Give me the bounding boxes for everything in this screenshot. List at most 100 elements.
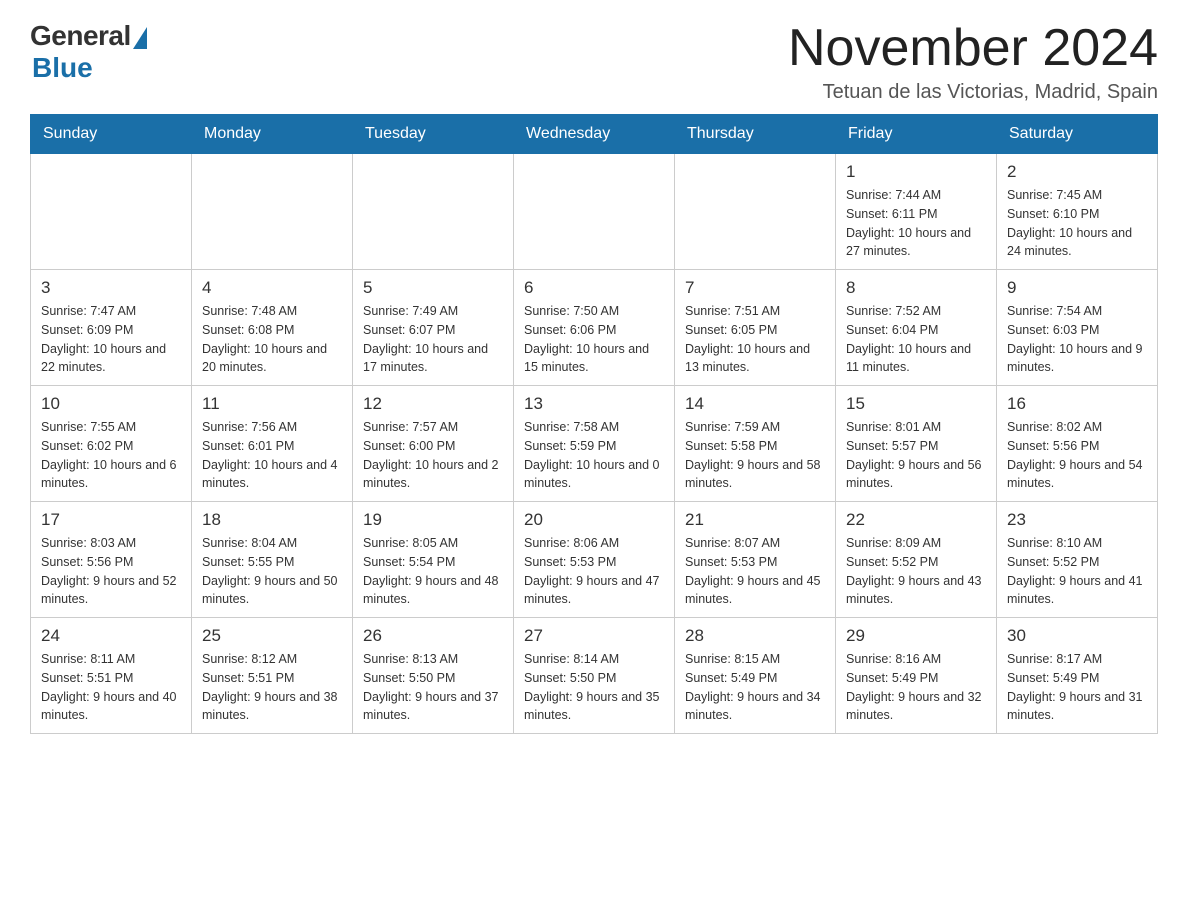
day-number: 26 bbox=[363, 626, 503, 646]
day-number: 18 bbox=[202, 510, 342, 530]
day-cell: 14 Sunrise: 7:59 AMSunset: 5:58 PMDayligh… bbox=[675, 386, 836, 502]
day-info: Sunrise: 7:54 AMSunset: 6:03 PMDaylight:… bbox=[1007, 302, 1147, 377]
day-number: 23 bbox=[1007, 510, 1147, 530]
day-number: 13 bbox=[524, 394, 664, 414]
day-cell: 21 Sunrise: 8:07 AMSunset: 5:53 PMDayligh… bbox=[675, 502, 836, 618]
day-cell: 23 Sunrise: 8:10 AMSunset: 5:52 PMDayligh… bbox=[997, 502, 1158, 618]
day-number: 21 bbox=[685, 510, 825, 530]
week-row-3: 10 Sunrise: 7:55 AMSunset: 6:02 PMDayligh… bbox=[31, 386, 1158, 502]
day-number: 15 bbox=[846, 394, 986, 414]
day-cell: 4Sunrise: 7:48 AMSunset: 6:08 PMDaylight… bbox=[192, 270, 353, 386]
day-info: Sunrise: 7:44 AMSunset: 6:11 PMDaylight:… bbox=[846, 186, 986, 261]
header-friday: Friday bbox=[836, 115, 997, 154]
day-number: 22 bbox=[846, 510, 986, 530]
day-cell: 9 Sunrise: 7:54 AMSunset: 6:03 PMDaylight… bbox=[997, 270, 1158, 386]
day-info: Sunrise: 7:55 AMSunset: 6:02 PMDaylight:… bbox=[41, 418, 181, 493]
day-info: Sunrise: 8:01 AMSunset: 5:57 PMDaylight:… bbox=[846, 418, 986, 493]
week-row-2: 3Sunrise: 7:47 AMSunset: 6:09 PMDaylight… bbox=[31, 270, 1158, 386]
day-number: 25 bbox=[202, 626, 342, 646]
day-number: 11 bbox=[202, 394, 342, 414]
day-cell: 29Sunrise: 8:16 AMSunset: 5:49 PMDayligh… bbox=[836, 618, 997, 734]
day-info: Sunrise: 8:11 AMSunset: 5:51 PMDaylight:… bbox=[41, 650, 181, 725]
day-cell: 18 Sunrise: 8:04 AMSunset: 5:55 PMDayligh… bbox=[192, 502, 353, 618]
day-info: Sunrise: 8:10 AMSunset: 5:52 PMDaylight:… bbox=[1007, 534, 1147, 609]
week-row-1: 1Sunrise: 7:44 AMSunset: 6:11 PMDaylight… bbox=[31, 154, 1158, 270]
day-info: Sunrise: 8:04 AMSunset: 5:55 PMDaylight:… bbox=[202, 534, 342, 609]
day-info: Sunrise: 7:58 AMSunset: 5:59 PMDaylight:… bbox=[524, 418, 664, 493]
day-info: Sunrise: 8:17 AMSunset: 5:49 PMDaylight:… bbox=[1007, 650, 1147, 725]
calendar-title: November 2024 bbox=[788, 20, 1158, 77]
day-cell: 17 Sunrise: 8:03 AMSunset: 5:56 PMDayligh… bbox=[31, 502, 192, 618]
calendar-table: SundayMondayTuesdayWednesdayThursdayFrid… bbox=[30, 114, 1158, 734]
day-info: Sunrise: 7:47 AMSunset: 6:09 PMDaylight:… bbox=[41, 302, 181, 377]
day-cell: 25 Sunrise: 8:12 AMSunset: 5:51 PMDayligh… bbox=[192, 618, 353, 734]
day-info: Sunrise: 8:15 AMSunset: 5:49 PMDaylight:… bbox=[685, 650, 825, 725]
day-number: 20 bbox=[524, 510, 664, 530]
day-number: 30 bbox=[1007, 626, 1147, 646]
calendar-header: SundayMondayTuesdayWednesdayThursdayFrid… bbox=[31, 115, 1158, 154]
day-info: Sunrise: 8:05 AMSunset: 5:54 PMDaylight:… bbox=[363, 534, 503, 609]
header-tuesday: Tuesday bbox=[353, 115, 514, 154]
day-number: 10 bbox=[41, 394, 181, 414]
week-row-5: 24Sunrise: 8:11 AMSunset: 5:51 PMDayligh… bbox=[31, 618, 1158, 734]
day-info: Sunrise: 7:48 AMSunset: 6:08 PMDaylight:… bbox=[202, 302, 342, 377]
day-number: 28 bbox=[685, 626, 825, 646]
day-number: 17 bbox=[41, 510, 181, 530]
day-cell: 2 Sunrise: 7:45 AMSunset: 6:10 PMDaylight… bbox=[997, 154, 1158, 270]
day-cell: 1Sunrise: 7:44 AMSunset: 6:11 PMDaylight… bbox=[836, 154, 997, 270]
day-cell: 12Sunrise: 7:57 AMSunset: 6:00 PMDayligh… bbox=[353, 386, 514, 502]
header-monday: Monday bbox=[192, 115, 353, 154]
day-cell bbox=[31, 154, 192, 270]
day-cell: 11 Sunrise: 7:56 AMSunset: 6:01 PMDayligh… bbox=[192, 386, 353, 502]
day-info: Sunrise: 7:45 AMSunset: 6:10 PMDaylight:… bbox=[1007, 186, 1147, 261]
day-info: Sunrise: 8:07 AMSunset: 5:53 PMDaylight:… bbox=[685, 534, 825, 609]
day-info: Sunrise: 8:13 AMSunset: 5:50 PMDaylight:… bbox=[363, 650, 503, 725]
header-wednesday: Wednesday bbox=[514, 115, 675, 154]
day-cell: 24Sunrise: 8:11 AMSunset: 5:51 PMDayligh… bbox=[31, 618, 192, 734]
day-number: 7 bbox=[685, 278, 825, 298]
logo-triangle-icon bbox=[133, 27, 147, 49]
day-cell bbox=[353, 154, 514, 270]
title-area: November 2024 Tetuan de las Victorias, M… bbox=[788, 20, 1158, 104]
day-cell bbox=[514, 154, 675, 270]
day-cell bbox=[675, 154, 836, 270]
day-header-row: SundayMondayTuesdayWednesdayThursdayFrid… bbox=[31, 115, 1158, 154]
day-cell: 3Sunrise: 7:47 AMSunset: 6:09 PMDaylight… bbox=[31, 270, 192, 386]
day-number: 5 bbox=[363, 278, 503, 298]
page-header: General Blue November 2024 Tetuan de las… bbox=[30, 20, 1158, 104]
header-saturday: Saturday bbox=[997, 115, 1158, 154]
day-cell: 8Sunrise: 7:52 AMSunset: 6:04 PMDaylight… bbox=[836, 270, 997, 386]
day-number: 2 bbox=[1007, 162, 1147, 182]
day-info: Sunrise: 7:56 AMSunset: 6:01 PMDaylight:… bbox=[202, 418, 342, 493]
day-info: Sunrise: 8:16 AMSunset: 5:49 PMDaylight:… bbox=[846, 650, 986, 725]
day-number: 19 bbox=[363, 510, 503, 530]
day-cell: 10 Sunrise: 7:55 AMSunset: 6:02 PMDayligh… bbox=[31, 386, 192, 502]
day-cell: 26 Sunrise: 8:13 AMSunset: 5:50 PMDayligh… bbox=[353, 618, 514, 734]
day-cell: 30 Sunrise: 8:17 AMSunset: 5:49 PMDayligh… bbox=[997, 618, 1158, 734]
day-info: Sunrise: 7:57 AMSunset: 6:00 PMDaylight:… bbox=[363, 418, 503, 493]
logo-general-text: General bbox=[30, 20, 131, 52]
day-info: Sunrise: 7:59 AMSunset: 5:58 PMDaylight:… bbox=[685, 418, 825, 493]
day-cell: 28 Sunrise: 8:15 AMSunset: 5:49 PMDayligh… bbox=[675, 618, 836, 734]
day-info: Sunrise: 8:12 AMSunset: 5:51 PMDaylight:… bbox=[202, 650, 342, 725]
logo-blue-text: Blue bbox=[32, 52, 93, 84]
day-cell: 16Sunrise: 8:02 AMSunset: 5:56 PMDayligh… bbox=[997, 386, 1158, 502]
day-info: Sunrise: 7:52 AMSunset: 6:04 PMDaylight:… bbox=[846, 302, 986, 377]
week-row-4: 17 Sunrise: 8:03 AMSunset: 5:56 PMDayligh… bbox=[31, 502, 1158, 618]
day-cell: 7Sunrise: 7:51 AMSunset: 6:05 PMDaylight… bbox=[675, 270, 836, 386]
day-number: 14 bbox=[685, 394, 825, 414]
day-info: Sunrise: 7:49 AMSunset: 6:07 PMDaylight:… bbox=[363, 302, 503, 377]
day-cell: 19 Sunrise: 8:05 AMSunset: 5:54 PMDayligh… bbox=[353, 502, 514, 618]
day-cell: 27 Sunrise: 8:14 AMSunset: 5:50 PMDayligh… bbox=[514, 618, 675, 734]
day-cell: 13 Sunrise: 7:58 AMSunset: 5:59 PMDayligh… bbox=[514, 386, 675, 502]
day-info: Sunrise: 8:14 AMSunset: 5:50 PMDaylight:… bbox=[524, 650, 664, 725]
day-cell: 6Sunrise: 7:50 AMSunset: 6:06 PMDaylight… bbox=[514, 270, 675, 386]
calendar-body: 1Sunrise: 7:44 AMSunset: 6:11 PMDaylight… bbox=[31, 154, 1158, 734]
day-info: Sunrise: 7:50 AMSunset: 6:06 PMDaylight:… bbox=[524, 302, 664, 377]
day-info: Sunrise: 8:02 AMSunset: 5:56 PMDaylight:… bbox=[1007, 418, 1147, 493]
day-number: 27 bbox=[524, 626, 664, 646]
day-cell: 20Sunrise: 8:06 AMSunset: 5:53 PMDayligh… bbox=[514, 502, 675, 618]
day-number: 9 bbox=[1007, 278, 1147, 298]
day-info: Sunrise: 8:03 AMSunset: 5:56 PMDaylight:… bbox=[41, 534, 181, 609]
day-cell: 22Sunrise: 8:09 AMSunset: 5:52 PMDayligh… bbox=[836, 502, 997, 618]
